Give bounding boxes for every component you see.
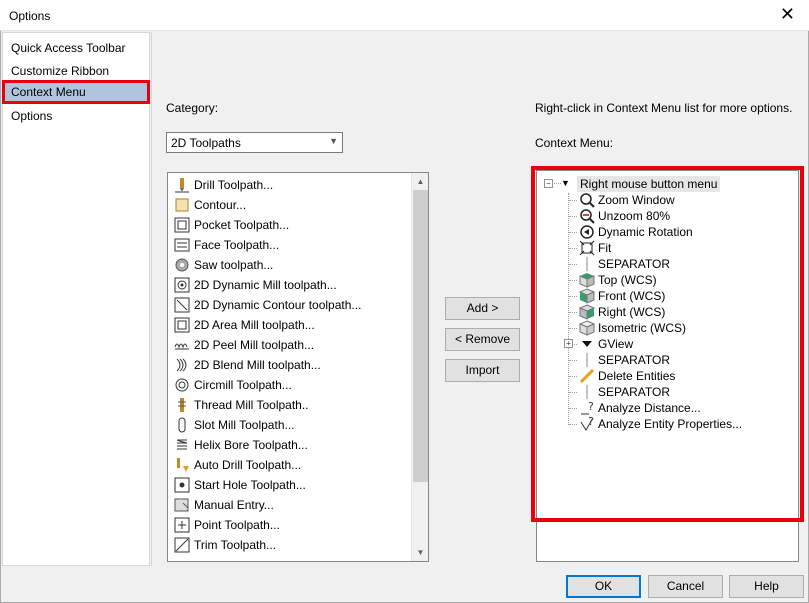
command-list-item-label: Helix Bore Toolpath... xyxy=(194,438,308,452)
command-list-item[interactable]: Manual Entry... xyxy=(174,495,274,515)
command-list-item-label: Auto Drill Toolpath... xyxy=(194,458,302,472)
command-list[interactable]: ▲ ▼ Drill Toolpath... Contour... Pocket To… xyxy=(167,172,429,562)
command-list-item-label: Drill Toolpath... xyxy=(194,178,274,192)
face-icon xyxy=(174,237,190,253)
command-list-item-label: Contour... xyxy=(194,198,247,212)
cancel-button[interactable]: Cancel xyxy=(648,575,723,598)
pocket-icon xyxy=(174,217,190,233)
area-mill-icon xyxy=(174,317,190,333)
options-nav: Quick Access Toolbar Customize Ribbon Co… xyxy=(2,32,150,566)
manual-entry-icon xyxy=(174,497,190,513)
start-hole-icon xyxy=(174,477,190,493)
contour-icon xyxy=(174,197,190,213)
point-icon xyxy=(174,517,190,533)
add-button[interactable]: Add > xyxy=(445,297,520,320)
thread-mill-icon xyxy=(174,397,190,413)
command-list-item[interactable]: Slot Mill Toolpath... xyxy=(174,415,295,435)
window-title: Options xyxy=(9,9,51,23)
scroll-down-icon[interactable]: ▼ xyxy=(412,544,428,561)
command-list-item-label: Pocket Toolpath... xyxy=(194,218,290,232)
highlight-frame xyxy=(531,166,804,522)
command-list-scrollbar[interactable]: ▲ ▼ xyxy=(411,173,428,561)
command-list-item-label: 2D Area Mill toolpath... xyxy=(194,318,315,332)
command-list-item-label: 2D Peel Mill toolpath... xyxy=(194,338,315,352)
trim-icon xyxy=(174,537,190,553)
command-list-item-label: Manual Entry... xyxy=(194,498,274,512)
command-list-item-label: 2D Dynamic Mill toolpath... xyxy=(194,278,337,292)
title-bar: Options ✕ xyxy=(0,0,809,31)
dynamic-mill-icon xyxy=(174,277,190,293)
command-list-item[interactable]: Pocket Toolpath... xyxy=(174,215,289,235)
drill-icon xyxy=(174,177,190,193)
nav-item-context-menu[interactable]: Context Menu xyxy=(2,80,150,104)
scroll-up-icon[interactable]: ▲ xyxy=(412,173,428,190)
command-list-item-label: Trim Toolpath... xyxy=(194,538,277,552)
nav-item-customize-ribbon[interactable]: Customize Ribbon xyxy=(3,60,149,82)
command-list-item[interactable]: 2D Dynamic Contour toolpath... xyxy=(174,295,361,315)
context-menu-label: Context Menu: xyxy=(535,136,614,150)
nav-item-options[interactable]: Options xyxy=(3,105,149,127)
peel-mill-icon xyxy=(174,337,190,353)
close-icon[interactable]: ✕ xyxy=(780,5,795,23)
saw-icon xyxy=(174,257,190,273)
chevron-down-icon: ▼ xyxy=(329,136,338,146)
command-list-item-label: 2D Blend Mill toolpath... xyxy=(194,358,321,372)
category-dropdown-value: 2D Toolpaths xyxy=(171,136,241,150)
command-list-item-label: Circmill Toolpath... xyxy=(194,378,292,392)
ok-button[interactable]: OK xyxy=(566,575,641,598)
auto-drill-icon xyxy=(174,457,190,473)
helix-bore-icon xyxy=(174,437,190,453)
category-dropdown[interactable]: 2D Toolpaths ▼ xyxy=(166,132,343,153)
remove-button[interactable]: < Remove xyxy=(445,328,520,351)
dynamic-contour-icon xyxy=(174,297,190,313)
command-list-item[interactable]: Thread Mill Toolpath.. xyxy=(174,395,309,415)
circmill-icon xyxy=(174,377,190,393)
command-list-item[interactable]: Contour... xyxy=(174,195,246,215)
command-list-item[interactable]: 2D Peel Mill toolpath... xyxy=(174,335,314,355)
command-list-item[interactable]: Auto Drill Toolpath... xyxy=(174,455,301,475)
command-list-item-label: Slot Mill Toolpath... xyxy=(194,418,295,432)
slot-mill-icon xyxy=(174,417,190,433)
context-hint: Right-click in Context Menu list for mor… xyxy=(535,101,793,115)
command-list-item-label: Saw toolpath... xyxy=(194,258,274,272)
blend-mill-icon xyxy=(174,357,190,373)
nav-item-quick-access-toolbar[interactable]: Quick Access Toolbar xyxy=(3,37,149,59)
command-list-item-label: Thread Mill Toolpath.. xyxy=(194,398,309,412)
scroll-thumb[interactable] xyxy=(413,190,428,482)
command-list-item[interactable]: 2D Area Mill toolpath... xyxy=(174,315,315,335)
command-list-item-label: 2D Dynamic Contour toolpath... xyxy=(194,298,362,312)
command-list-item[interactable]: 2D Dynamic Mill toolpath... xyxy=(174,275,337,295)
command-list-item[interactable]: Saw toolpath... xyxy=(174,255,273,275)
command-list-item[interactable]: Face Toolpath... xyxy=(174,235,279,255)
command-list-item-label: Start Hole Toolpath... xyxy=(194,478,306,492)
command-list-item[interactable]: 2D Blend Mill toolpath... xyxy=(174,355,321,375)
command-list-item[interactable]: Start Hole Toolpath... xyxy=(174,475,306,495)
import-button[interactable]: Import xyxy=(445,359,520,382)
command-list-item[interactable]: Circmill Toolpath... xyxy=(174,375,292,395)
category-label: Category: xyxy=(166,101,219,115)
command-list-item[interactable]: Helix Bore Toolpath... xyxy=(174,435,308,455)
command-list-item[interactable]: Drill Toolpath... xyxy=(174,175,273,195)
command-list-item[interactable]: Point Toolpath... xyxy=(174,515,280,535)
help-button[interactable]: Help xyxy=(729,575,804,598)
command-list-item-label: Point Toolpath... xyxy=(194,518,280,532)
command-list-item-label: Face Toolpath... xyxy=(194,238,280,252)
command-list-item[interactable]: Trim Toolpath... xyxy=(174,535,276,555)
